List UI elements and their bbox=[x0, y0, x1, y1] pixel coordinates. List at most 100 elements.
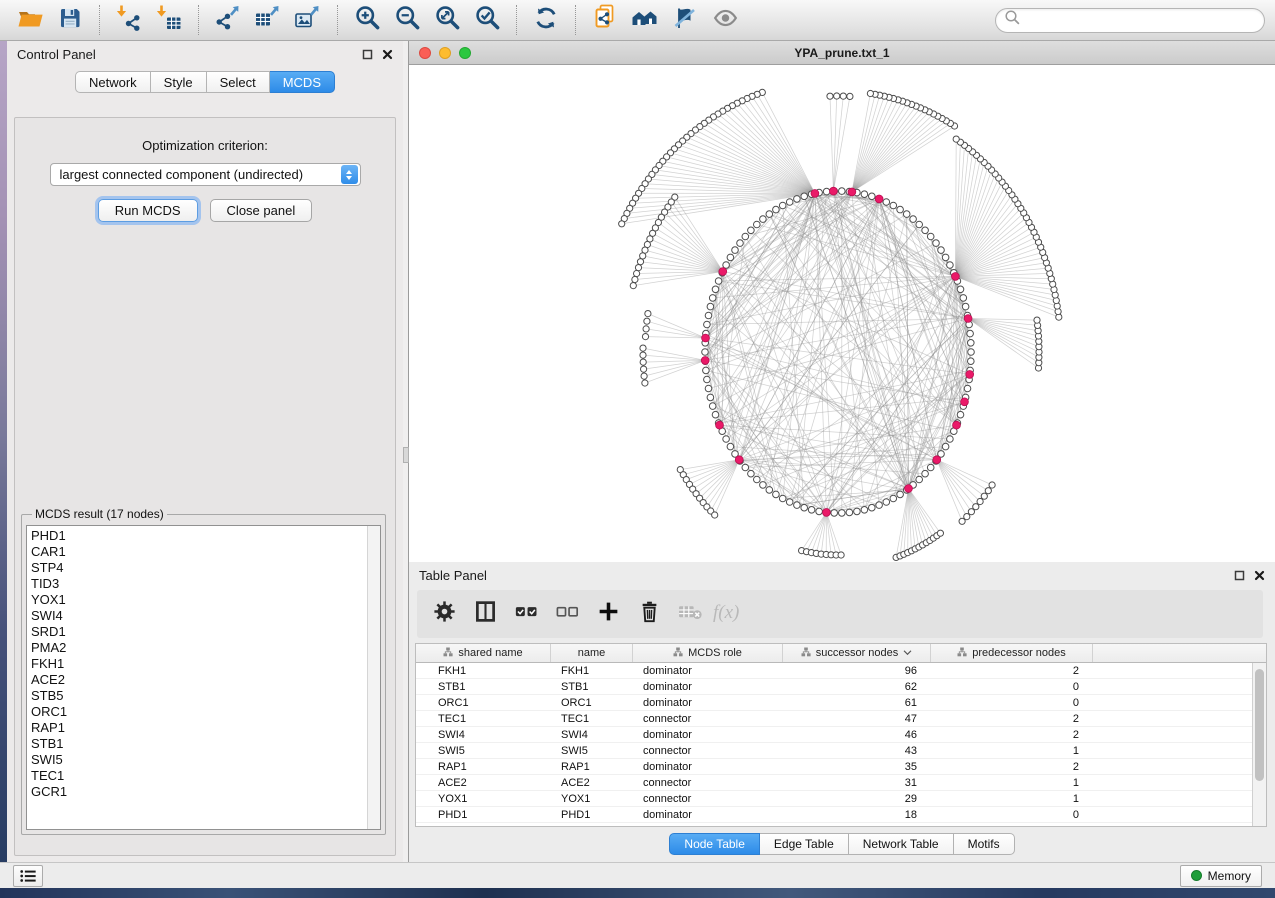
tab-motifs[interactable]: Motifs bbox=[954, 833, 1015, 855]
cell-MCDS-role[interactable]: dominator bbox=[633, 679, 783, 694]
cell-MCDS-role[interactable]: connector bbox=[633, 743, 783, 758]
cell-predecessor-nodes[interactable]: 0 bbox=[931, 807, 1093, 822]
cell-successor-nodes[interactable]: 29 bbox=[783, 791, 931, 806]
cell-predecessor-nodes[interactable]: 2 bbox=[931, 759, 1093, 774]
mcds-result-item[interactable]: PMA2 bbox=[31, 640, 380, 656]
cell-shared-name[interactable]: SWI5 bbox=[416, 743, 551, 758]
cell-name[interactable]: PHD1 bbox=[551, 807, 633, 822]
mcds-result-item[interactable]: ACE2 bbox=[31, 672, 380, 688]
clone-network-button[interactable] bbox=[585, 3, 625, 37]
network-canvas[interactable] bbox=[409, 65, 1275, 562]
cell-predecessor-nodes[interactable]: 1 bbox=[931, 791, 1093, 806]
cell-successor-nodes[interactable]: 43 bbox=[783, 743, 931, 758]
cell-name[interactable]: STB1 bbox=[551, 679, 633, 694]
float-icon[interactable] bbox=[1234, 570, 1245, 581]
show-columns-button[interactable] bbox=[472, 601, 498, 627]
show-panels-list-button[interactable] bbox=[13, 865, 43, 887]
cell-shared-name[interactable]: ACE2 bbox=[416, 775, 551, 790]
cell-MCDS-role[interactable]: dominator bbox=[633, 727, 783, 742]
tab-network[interactable]: Network bbox=[75, 71, 151, 93]
tab-network-table[interactable]: Network Table bbox=[849, 833, 954, 855]
open-file-button[interactable] bbox=[10, 3, 50, 37]
network-window-titlebar[interactable]: YPA_prune.txt_1 bbox=[409, 41, 1275, 65]
column-header-successor-nodes[interactable]: successor nodes bbox=[783, 644, 931, 662]
cell-name[interactable]: RAP1 bbox=[551, 759, 633, 774]
mcds-result-list[interactable]: PHD1CAR1STP4TID3YOX1SWI4SRD1PMA2FKH1ACE2… bbox=[26, 525, 381, 830]
cell-successor-nodes[interactable]: 46 bbox=[783, 727, 931, 742]
cell-shared-name[interactable]: STB1 bbox=[416, 679, 551, 694]
mcds-result-item[interactable]: RAP1 bbox=[31, 720, 380, 736]
cell-predecessor-nodes[interactable]: 0 bbox=[931, 695, 1093, 710]
mcds-result-item[interactable]: CAR1 bbox=[31, 544, 380, 560]
cell-shared-name[interactable]: PHD1 bbox=[416, 807, 551, 822]
criterion-select[interactable]: largest connected component (undirected) bbox=[50, 163, 361, 186]
cell-shared-name[interactable]: ORC1 bbox=[416, 695, 551, 710]
table-row[interactable]: STB1STB1dominator620 bbox=[416, 679, 1266, 695]
mcds-result-item[interactable]: GCR1 bbox=[31, 784, 380, 800]
zoom-fit-button[interactable] bbox=[427, 3, 467, 37]
cell-shared-name[interactable]: YOX1 bbox=[416, 791, 551, 806]
cell-name[interactable]: SWI5 bbox=[551, 743, 633, 758]
cell-predecessor-nodes[interactable]: 1 bbox=[931, 743, 1093, 758]
mcds-result-item[interactable]: YOX1 bbox=[31, 592, 380, 608]
cell-shared-name[interactable]: SWI4 bbox=[416, 727, 551, 742]
table-row[interactable]: SWI5SWI5connector431 bbox=[416, 743, 1266, 759]
cell-name[interactable]: YOX1 bbox=[551, 791, 633, 806]
cell-MCDS-role[interactable]: dominator bbox=[633, 807, 783, 822]
table-row[interactable]: RAP1RAP1dominator352 bbox=[416, 759, 1266, 775]
cell-predecessor-nodes[interactable]: 0 bbox=[931, 679, 1093, 694]
mcds-result-item[interactable]: SWI4 bbox=[31, 608, 380, 624]
select-all-button[interactable] bbox=[513, 601, 539, 627]
cell-successor-nodes[interactable]: 35 bbox=[783, 759, 931, 774]
save-session-button[interactable] bbox=[50, 3, 90, 37]
mcds-result-item[interactable]: TID3 bbox=[31, 576, 380, 592]
cell-predecessor-nodes[interactable]: 1 bbox=[931, 775, 1093, 790]
zoom-out-button[interactable] bbox=[387, 3, 427, 37]
column-header-MCDS-role[interactable]: MCDS role bbox=[633, 644, 783, 662]
cell-MCDS-role[interactable]: dominator bbox=[633, 663, 783, 678]
cell-shared-name[interactable]: FKH1 bbox=[416, 663, 551, 678]
cell-successor-nodes[interactable]: 62 bbox=[783, 679, 931, 694]
import-network-button[interactable] bbox=[109, 3, 149, 37]
mcds-result-item[interactable]: STB1 bbox=[31, 736, 380, 752]
cell-shared-name[interactable]: RAP1 bbox=[416, 759, 551, 774]
cell-MCDS-role[interactable]: connector bbox=[633, 775, 783, 790]
table-row[interactable]: PHD1PHD1dominator180 bbox=[416, 807, 1266, 823]
zoom-in-button[interactable] bbox=[347, 3, 387, 37]
export-table-button[interactable] bbox=[248, 3, 288, 37]
mcds-result-item[interactable]: PHD1 bbox=[31, 528, 380, 544]
table-row[interactable]: ORC1ORC1dominator610 bbox=[416, 695, 1266, 711]
table-row[interactable]: TEC1TEC1connector472 bbox=[416, 711, 1266, 727]
close-icon[interactable] bbox=[1254, 570, 1265, 581]
mcds-result-item[interactable]: STP4 bbox=[31, 560, 380, 576]
cell-MCDS-role[interactable]: dominator bbox=[633, 759, 783, 774]
cell-successor-nodes[interactable]: 18 bbox=[783, 807, 931, 822]
first-neighbors-button[interactable] bbox=[625, 3, 665, 37]
table-row[interactable]: ACE2ACE2connector311 bbox=[416, 775, 1266, 791]
mcds-result-item[interactable]: SRD1 bbox=[31, 624, 380, 640]
cell-MCDS-role[interactable]: dominator bbox=[633, 695, 783, 710]
cell-name[interactable]: SWI4 bbox=[551, 727, 633, 742]
zoom-selected-button[interactable] bbox=[467, 3, 507, 37]
column-header-name[interactable]: name bbox=[551, 644, 633, 662]
deselect-all-button[interactable] bbox=[554, 601, 580, 627]
cell-name[interactable]: ACE2 bbox=[551, 775, 633, 790]
hide-details-button[interactable] bbox=[665, 3, 705, 37]
cell-name[interactable]: ORC1 bbox=[551, 695, 633, 710]
mcds-result-item[interactable]: ORC1 bbox=[31, 704, 380, 720]
add-column-button[interactable] bbox=[595, 601, 621, 627]
search-box[interactable] bbox=[995, 8, 1265, 33]
tab-select[interactable]: Select bbox=[207, 71, 270, 93]
cell-name[interactable]: FKH1 bbox=[551, 663, 633, 678]
tab-node-table[interactable]: Node Table bbox=[669, 833, 760, 855]
cell-predecessor-nodes[interactable]: 2 bbox=[931, 727, 1093, 742]
float-icon[interactable] bbox=[362, 49, 373, 60]
mcds-result-item[interactable]: TEC1 bbox=[31, 768, 380, 784]
table-scrollbar-thumb[interactable] bbox=[1255, 669, 1264, 781]
close-panel-button[interactable]: Close panel bbox=[210, 199, 313, 222]
tab-mcds[interactable]: MCDS bbox=[270, 71, 335, 93]
close-icon[interactable] bbox=[382, 49, 393, 60]
cell-successor-nodes[interactable]: 31 bbox=[783, 775, 931, 790]
column-header-predecessor-nodes[interactable]: predecessor nodes bbox=[931, 644, 1093, 662]
memory-button[interactable]: Memory bbox=[1180, 865, 1262, 887]
